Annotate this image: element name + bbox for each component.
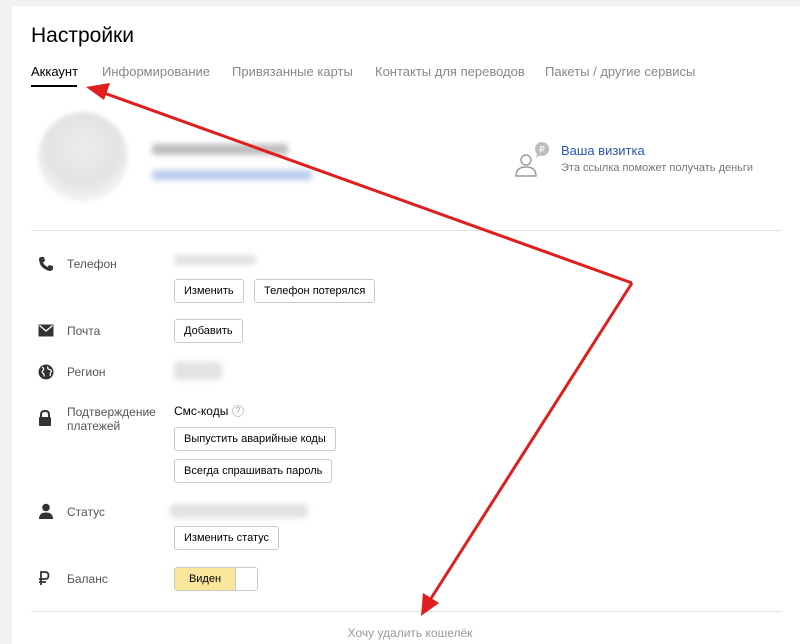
region-label: Регион	[67, 365, 106, 379]
visit-card-link[interactable]: Ваша визитка	[561, 143, 645, 158]
always-ask-password-button[interactable]: Всегда спрашивать пароль	[174, 459, 333, 483]
tab-linked-cards[interactable]: Привязанные карты	[232, 64, 353, 79]
avatar[interactable]	[38, 112, 128, 202]
tab-transfer-contacts[interactable]: Контакты для переводов	[375, 64, 525, 79]
delete-wallet-link[interactable]: Хочу удалить кошелёк	[0, 626, 800, 640]
account-link-blurred[interactable]	[152, 170, 312, 180]
phone-lost-button[interactable]: Телефон потерялся	[254, 279, 376, 303]
ruble-icon	[38, 571, 50, 591]
phone-icon	[38, 256, 54, 277]
person-ruble-icon: ₽	[512, 138, 552, 185]
tab-notifications[interactable]: Информирование	[102, 64, 210, 79]
mail-icon	[38, 324, 54, 342]
toggle-knob	[235, 568, 257, 590]
sms-codes-label: Смс-коды	[174, 404, 229, 418]
phone-number-blurred	[174, 255, 256, 265]
region-value-blurred	[174, 362, 222, 380]
emergency-codes-button[interactable]: Выпустить аварийные коды	[174, 427, 336, 451]
balance-visibility-toggle[interactable]: Виден	[174, 567, 258, 591]
tab-account[interactable]: Аккаунт	[31, 64, 78, 79]
settings-panel	[12, 6, 800, 644]
change-phone-button[interactable]: Изменить	[174, 279, 244, 303]
svg-text:₽: ₽	[539, 146, 545, 156]
active-tab-underline	[31, 85, 77, 87]
divider	[31, 230, 781, 231]
lock-icon	[38, 409, 52, 432]
account-name-blurred	[152, 144, 288, 155]
tab-packages-services[interactable]: Пакеты / другие сервисы	[545, 64, 695, 79]
help-icon[interactable]: ?	[232, 405, 244, 417]
globe-icon	[38, 364, 54, 385]
status-label: Статус	[67, 505, 105, 519]
page-title: Настройки	[31, 24, 134, 47]
visit-card-hint: Эта ссылка поможет получать деньги	[561, 162, 754, 174]
balance-label: Баланс	[67, 572, 108, 586]
toggle-on-label: Виден	[175, 568, 235, 590]
add-email-button[interactable]: Добавить	[174, 319, 243, 343]
divider	[31, 611, 781, 612]
change-status-button[interactable]: Изменить статус	[174, 526, 280, 550]
payment-confirm-label: Подтверждение платежей	[67, 405, 156, 433]
status-value-blurred	[170, 504, 308, 518]
phone-label: Телефон	[67, 257, 117, 271]
user-icon	[38, 503, 54, 524]
email-label: Почта	[67, 324, 101, 338]
